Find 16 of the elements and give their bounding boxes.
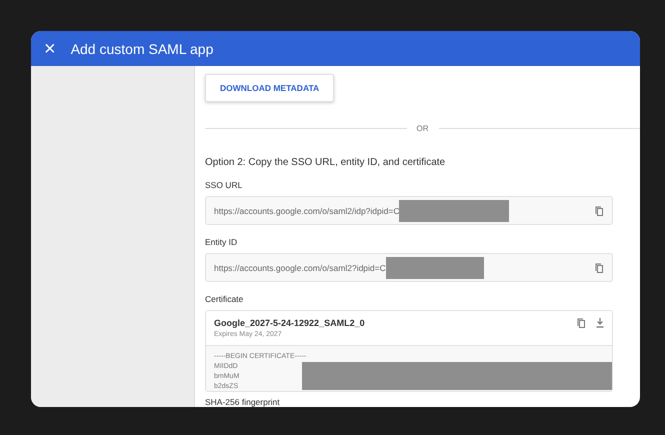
download-icon[interactable] — [596, 318, 604, 328]
input-field[interactable]: https://accounts.google.com/o/saml2?idpid=C — [205, 253, 613, 282]
section-title: Option 2: Copy the SSO URL, entity ID, and certificate — [205, 157, 446, 168]
field-label: Certificate — [205, 294, 244, 304]
download-metadata-button[interactable]: DOWNLOAD METADATA — [205, 74, 334, 102]
divider-label: OR — [416, 124, 428, 133]
copy-icon[interactable] — [577, 318, 586, 328]
copy-icon[interactable] — [595, 206, 604, 216]
field-label: SHA-256 fingerprint — [205, 397, 281, 407]
copy-icon[interactable] — [595, 262, 604, 272]
field-label: SSO URL — [205, 180, 244, 190]
close-button[interactable]: × — [44, 38, 56, 58]
window-title: Add custom SAML app — [70, 40, 214, 56]
field-label: Entity ID — [205, 237, 238, 247]
certificate-name: Google_2027-5-24-12922_SAML2_0 — [214, 318, 365, 328]
input-field[interactable]: https://accounts.google.com/o/saml2/idp?idpid=C — [205, 196, 613, 225]
